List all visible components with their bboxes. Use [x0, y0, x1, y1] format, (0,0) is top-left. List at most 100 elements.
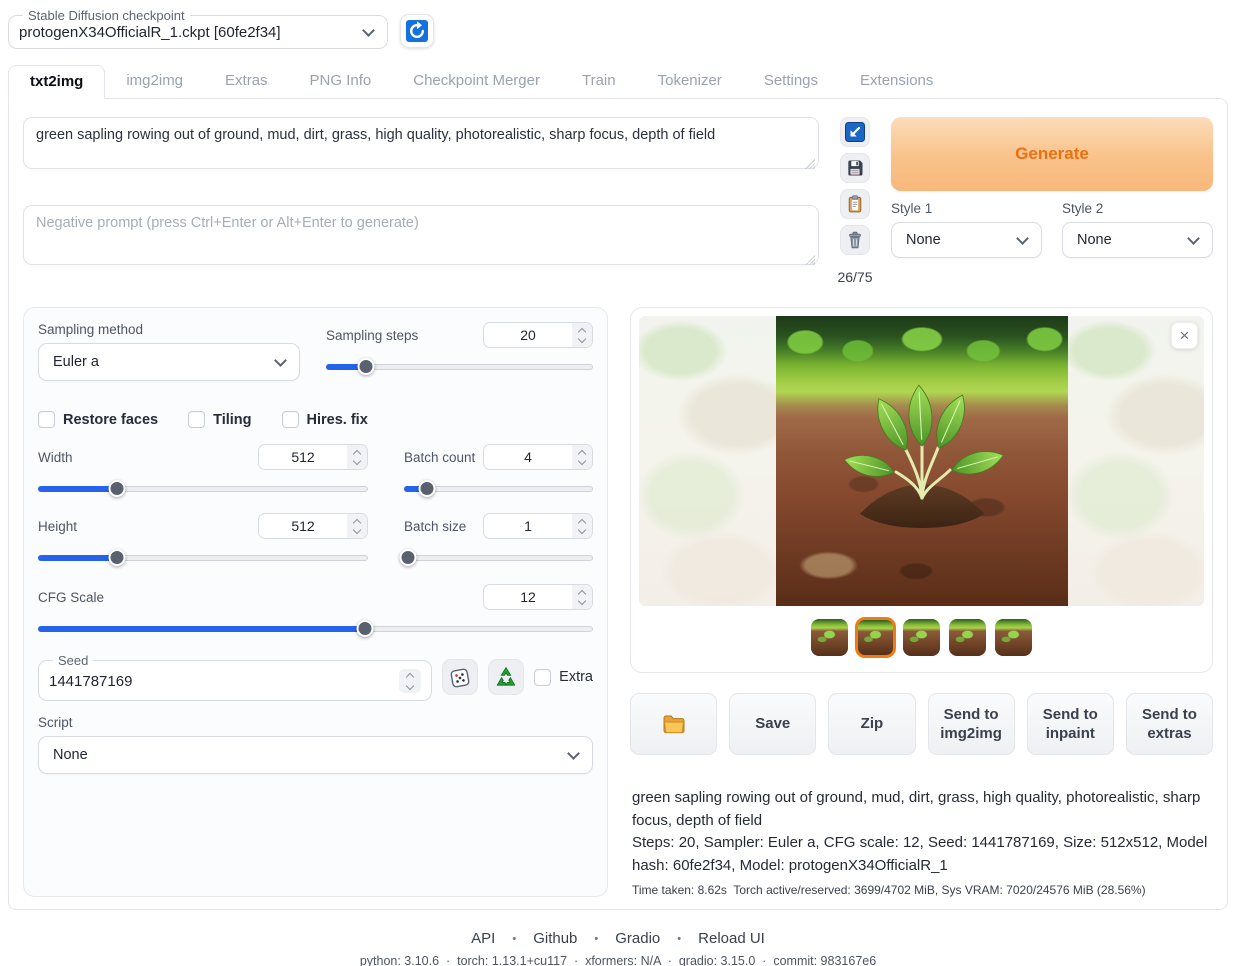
gallery-thumbnail[interactable] [903, 619, 940, 656]
style2-dropdown[interactable]: None [1062, 222, 1213, 258]
generate-button[interactable]: Generate [891, 117, 1213, 191]
stepper-icon[interactable] [399, 669, 421, 693]
checkbox-icon [188, 411, 205, 428]
height-group: Height [38, 513, 368, 568]
sampling-steps-slider[interactable] [326, 357, 593, 377]
refresh-checkpoints-button[interactable] [400, 14, 434, 48]
folder-icon [662, 713, 686, 735]
stepper-icon[interactable] [572, 514, 592, 538]
tab-png-info[interactable]: PNG Info [289, 65, 393, 98]
dice-icon [448, 665, 472, 689]
close-gallery-button[interactable]: × [1171, 322, 1198, 349]
batch-size-slider[interactable] [404, 548, 593, 568]
slider-thumb[interactable] [109, 480, 126, 497]
tab-tokenizer[interactable]: Tokenizer [637, 65, 743, 98]
chevron-down-icon [362, 24, 375, 37]
stepper-icon[interactable] [347, 445, 367, 469]
slider-thumb[interactable] [357, 620, 374, 637]
prompt-input[interactable]: green sapling rowing out of ground, mud,… [23, 117, 819, 169]
style2-label: Style 2 [1062, 201, 1213, 216]
sampling-steps-input[interactable] [483, 322, 593, 348]
cfg-scale-slider[interactable] [38, 619, 593, 639]
cfg-scale-input[interactable] [483, 584, 593, 610]
slider-thumb[interactable] [418, 480, 435, 497]
chevron-down-icon [567, 747, 580, 760]
height-slider[interactable] [38, 548, 368, 568]
style1-dropdown[interactable]: None [891, 222, 1042, 258]
random-seed-button[interactable] [442, 659, 478, 695]
prompt-tools-column: 26/75 [835, 117, 875, 285]
checkbox-icon [282, 411, 299, 428]
batch-size-input[interactable] [483, 513, 593, 539]
gallery-thumbnail[interactable] [811, 619, 848, 656]
stepper-icon[interactable] [347, 514, 367, 538]
close-x-icon: × [1180, 326, 1190, 346]
stepper-icon[interactable] [572, 445, 592, 469]
width-group: Width [38, 444, 368, 499]
tab-settings[interactable]: Settings [743, 65, 839, 98]
tab-checkpoint-merger[interactable]: Checkpoint Merger [392, 65, 561, 98]
gallery-thumbnail[interactable] [949, 619, 986, 656]
negative-prompt-input[interactable] [23, 205, 819, 265]
tab-extensions[interactable]: Extensions [839, 65, 954, 98]
height-input[interactable] [258, 513, 368, 539]
width-input[interactable] [258, 444, 368, 470]
batch-count-input[interactable] [483, 444, 593, 470]
slider-thumb[interactable] [109, 549, 126, 566]
save-button[interactable]: Save [729, 693, 816, 755]
style2-value: None [1077, 232, 1181, 248]
batch-count-slider[interactable] [404, 479, 593, 499]
reuse-seed-button[interactable] [488, 659, 524, 695]
seed-label: Seed [53, 653, 93, 668]
apply-style-button[interactable] [840, 189, 870, 219]
footer-link-github[interactable]: Github [533, 930, 577, 947]
hires-fix-checkbox[interactable]: Hires. fix [282, 411, 368, 428]
checkpoint-dropdown[interactable]: Stable Diffusion checkpoint protogenX34O… [8, 8, 388, 49]
generated-image[interactable] [776, 316, 1068, 606]
batch-count-group: Batch count [404, 444, 593, 499]
gallery-thumbnails [639, 606, 1204, 672]
tab-train[interactable]: Train [561, 65, 637, 98]
open-folder-button[interactable] [630, 693, 717, 755]
script-dropdown[interactable]: None [38, 736, 593, 774]
tab-txt2img[interactable]: txt2img [8, 65, 105, 99]
restore-faces-checkbox[interactable]: Restore faces [38, 411, 158, 428]
tab-img2img[interactable]: img2img [105, 65, 204, 98]
arrow-down-left-icon [844, 121, 866, 143]
gallery-thumbnail-selected[interactable] [855, 617, 896, 658]
bullet-separator: • [677, 933, 681, 945]
height-label: Height [38, 519, 77, 534]
footer-link-reload-ui[interactable]: Reload UI [698, 930, 765, 947]
main-tabs: txt2img img2img Extras PNG Info Checkpoi… [0, 49, 1236, 98]
zip-button[interactable]: Zip [828, 693, 915, 755]
result-gallery: × [630, 307, 1213, 673]
seed-input[interactable] [49, 673, 399, 690]
sampling-method-dropdown[interactable]: Euler a [38, 343, 300, 381]
gallery-blur-left [639, 316, 776, 606]
send-to-inpaint-button[interactable]: Send to inpaint [1027, 693, 1114, 755]
extra-seed-checkbox[interactable]: Extra [534, 669, 593, 686]
width-slider[interactable] [38, 479, 368, 499]
stepper-icon[interactable] [572, 323, 592, 347]
generate-column: Generate Style 1 None Style 2 None [891, 117, 1213, 285]
tiling-checkbox[interactable]: Tiling [188, 411, 251, 428]
cfg-scale-group: CFG Scale [38, 584, 593, 639]
send-to-img2img-button[interactable]: Send to img2img [928, 693, 1015, 755]
clipboard-icon [845, 194, 865, 214]
slider-thumb[interactable] [399, 549, 416, 566]
gallery-thumbnail[interactable] [995, 619, 1032, 656]
clear-prompt-button[interactable] [840, 225, 870, 255]
footer-link-api[interactable]: API [471, 930, 495, 947]
output-actions: Save Zip Send to img2img Send to inpaint… [630, 693, 1213, 755]
save-style-button[interactable] [840, 153, 870, 183]
tab-extras[interactable]: Extras [204, 65, 289, 98]
paste-params-button[interactable] [840, 117, 870, 147]
stepper-icon[interactable] [572, 585, 592, 609]
send-to-extras-button[interactable]: Send to extras [1126, 693, 1213, 755]
footer-link-gradio[interactable]: Gradio [615, 930, 660, 947]
slider-thumb[interactable] [358, 358, 375, 375]
generation-params-text: Steps: 20, Sampler: Euler a, CFG scale: … [632, 832, 1211, 877]
prompt-column: green sapling rowing out of ground, mud,… [23, 117, 819, 285]
sampling-method-value: Euler a [53, 354, 268, 370]
output-column: × [630, 307, 1213, 897]
